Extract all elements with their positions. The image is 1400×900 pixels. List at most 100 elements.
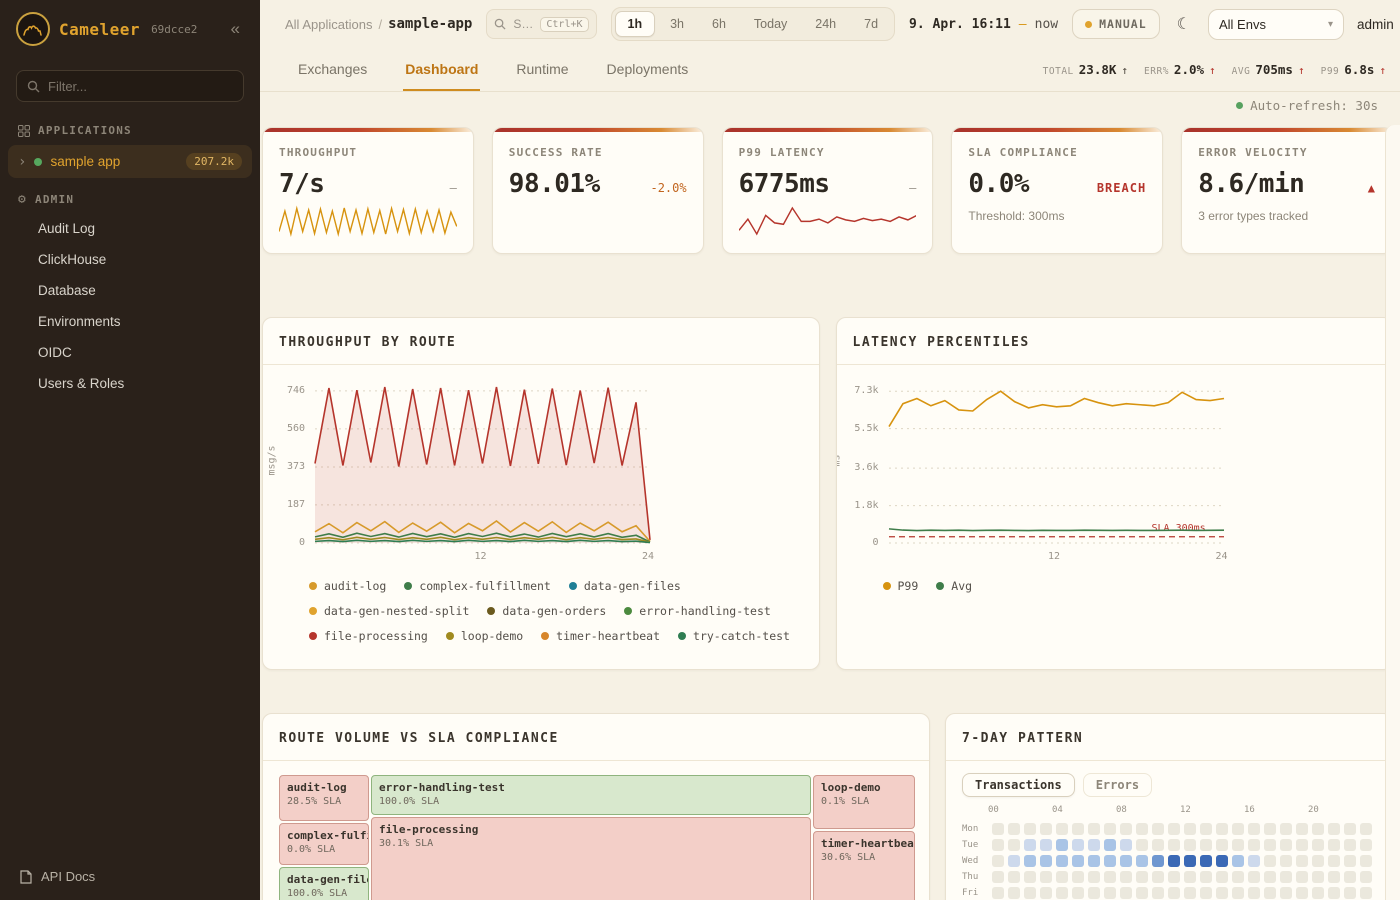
heatmap-cell[interactable] <box>1280 887 1292 899</box>
treemap-tile-loop-demo[interactable]: loop-demo0.1% SLA <box>813 775 915 829</box>
heatmap-cell[interactable] <box>1296 871 1308 883</box>
heatmap-cell[interactable] <box>1312 839 1324 851</box>
sidebar-item-oidc[interactable]: OIDC <box>0 337 260 368</box>
heatmap-cell[interactable] <box>1120 887 1132 899</box>
heatmap-cell[interactable] <box>1200 855 1212 867</box>
heatmap-cell[interactable] <box>1024 823 1036 835</box>
heatmap-cell[interactable] <box>1264 855 1276 867</box>
heatmap-cell[interactable] <box>1328 871 1340 883</box>
sidebar-item-audit-log[interactable]: Audit Log <box>0 213 260 244</box>
heatmap-cell[interactable] <box>1360 887 1372 899</box>
heatmap-cell[interactable] <box>1248 823 1260 835</box>
heatmap-cell[interactable] <box>1168 823 1180 835</box>
heatmap-cell[interactable] <box>1024 871 1036 883</box>
treemap-tile-audit-log[interactable]: audit-log28.5% SLA <box>279 775 369 821</box>
heatmap-cell[interactable] <box>1200 839 1212 851</box>
legend-data-gen-files[interactable]: data-gen-files <box>569 579 681 593</box>
heatmap-cell[interactable] <box>1216 887 1228 899</box>
heatmap-cell[interactable] <box>1088 823 1100 835</box>
legend-data-gen-nested-split[interactable]: data-gen-nested-split <box>309 604 469 618</box>
heatmap-cell[interactable] <box>1248 871 1260 883</box>
heatmap-cell[interactable] <box>992 839 1004 851</box>
heatmap-cell[interactable] <box>1232 871 1244 883</box>
heatmap-cell[interactable] <box>1312 871 1324 883</box>
heatmap-cell[interactable] <box>992 871 1004 883</box>
filter-input[interactable] <box>48 79 233 94</box>
heatmap-cell[interactable] <box>1136 887 1148 899</box>
heatmap-cell[interactable] <box>1024 839 1036 851</box>
heatmap-cell[interactable] <box>1280 855 1292 867</box>
heatmap-cell[interactable] <box>1072 871 1084 883</box>
legend-try-catch-test[interactable]: try-catch-test <box>678 629 790 643</box>
sidebar-item-sample-app[interactable]: › sample app 207.2k <box>8 145 252 178</box>
heatmap-cell[interactable] <box>1072 839 1084 851</box>
heatmap-cell[interactable] <box>1312 887 1324 899</box>
heatmap-cell[interactable] <box>1040 871 1052 883</box>
heatmap-cell[interactable] <box>1328 887 1340 899</box>
heatmap-cell[interactable] <box>1200 823 1212 835</box>
heatmap-cell[interactable] <box>1040 887 1052 899</box>
heatmap-cell[interactable] <box>1056 887 1068 899</box>
heatmap-cell[interactable] <box>1024 887 1036 899</box>
env-select[interactable]: All Envs ▾ <box>1208 9 1344 40</box>
heatmap-cell[interactable] <box>992 887 1004 899</box>
legend-loop-demo[interactable]: loop-demo <box>446 629 523 643</box>
legend-error-handling-test[interactable]: error-handling-test <box>624 604 771 618</box>
heatmap-cell[interactable] <box>1248 839 1260 851</box>
heatmap-cell[interactable] <box>1104 855 1116 867</box>
heatmap-cell[interactable] <box>1120 855 1132 867</box>
heatmap-cell[interactable] <box>1168 855 1180 867</box>
heatmap-cell[interactable] <box>1136 839 1148 851</box>
heatmap-cell[interactable] <box>1152 887 1164 899</box>
heatmap-cell[interactable] <box>1008 855 1020 867</box>
treemap-tile-file-processing[interactable]: file-processing30.1% SLA <box>371 817 811 900</box>
heatmap-cell[interactable] <box>1104 823 1116 835</box>
heatmap-cell[interactable] <box>1056 855 1068 867</box>
manual-refresh-button[interactable]: MANUAL <box>1072 9 1160 39</box>
heatmap-cell[interactable] <box>1344 839 1356 851</box>
heatmap-cell[interactable] <box>1296 887 1308 899</box>
treemap-tile-complex-fulfil[interactable]: complex-fulfil...0.0% SLA <box>279 823 369 865</box>
heatmap-cell[interactable] <box>1264 823 1276 835</box>
heatmap-cell[interactable] <box>1344 887 1356 899</box>
sidebar-item-database[interactable]: Database <box>0 275 260 306</box>
heatmap-cell[interactable] <box>1008 839 1020 851</box>
date-range[interactable]: 9. Apr. 16:11 — now <box>909 17 1058 32</box>
heatmap-cell[interactable] <box>1200 871 1212 883</box>
time-range-24h[interactable]: 24h <box>802 11 849 37</box>
heatmap-cell[interactable] <box>1216 871 1228 883</box>
time-range-6h[interactable]: 6h <box>699 11 739 37</box>
heatmap-cell[interactable] <box>1168 871 1180 883</box>
heatmap-cell[interactable] <box>1232 887 1244 899</box>
sidebar-filter[interactable] <box>16 70 244 102</box>
heatmap-cell[interactable] <box>1120 871 1132 883</box>
heatmap-cell[interactable] <box>1328 823 1340 835</box>
theme-toggle-button[interactable]: ☾ <box>1173 12 1195 36</box>
heatmap-cell[interactable] <box>1216 855 1228 867</box>
heatmap-cell[interactable] <box>1232 855 1244 867</box>
heatmap-cell[interactable] <box>1152 871 1164 883</box>
heatmap-cell[interactable] <box>1264 887 1276 899</box>
heatmap-cell[interactable] <box>1040 855 1052 867</box>
heatmap-cell[interactable] <box>1264 839 1276 851</box>
heatmap-cell[interactable] <box>1120 839 1132 851</box>
legend-timer-heartbeat[interactable]: timer-heartbeat <box>541 629 660 643</box>
heatmap-cell[interactable] <box>1088 855 1100 867</box>
heatmap-cell[interactable] <box>1072 855 1084 867</box>
tab-exchanges[interactable]: Exchanges <box>296 48 369 91</box>
heatmap-cell[interactable] <box>1360 871 1372 883</box>
breadcrumb-root[interactable]: All Applications <box>285 17 372 32</box>
toggle-errors[interactable]: Errors <box>1083 773 1152 797</box>
time-range-1h[interactable]: 1h <box>615 11 656 37</box>
heatmap-cell[interactable] <box>1008 823 1020 835</box>
heatmap-cell[interactable] <box>1072 887 1084 899</box>
global-search[interactable]: S… Ctrl+K <box>486 9 596 39</box>
legend-data-gen-orders[interactable]: data-gen-orders <box>487 604 606 618</box>
heatmap-cell[interactable] <box>1136 823 1148 835</box>
heatmap-cell[interactable] <box>1312 855 1324 867</box>
heatmap-cell[interactable] <box>1312 823 1324 835</box>
treemap-tile-error-handling-test[interactable]: error-handling-test100.0% SLA <box>371 775 811 815</box>
heatmap-cell[interactable] <box>1040 823 1052 835</box>
heatmap-cell[interactable] <box>1056 839 1068 851</box>
heatmap-cell[interactable] <box>1328 855 1340 867</box>
